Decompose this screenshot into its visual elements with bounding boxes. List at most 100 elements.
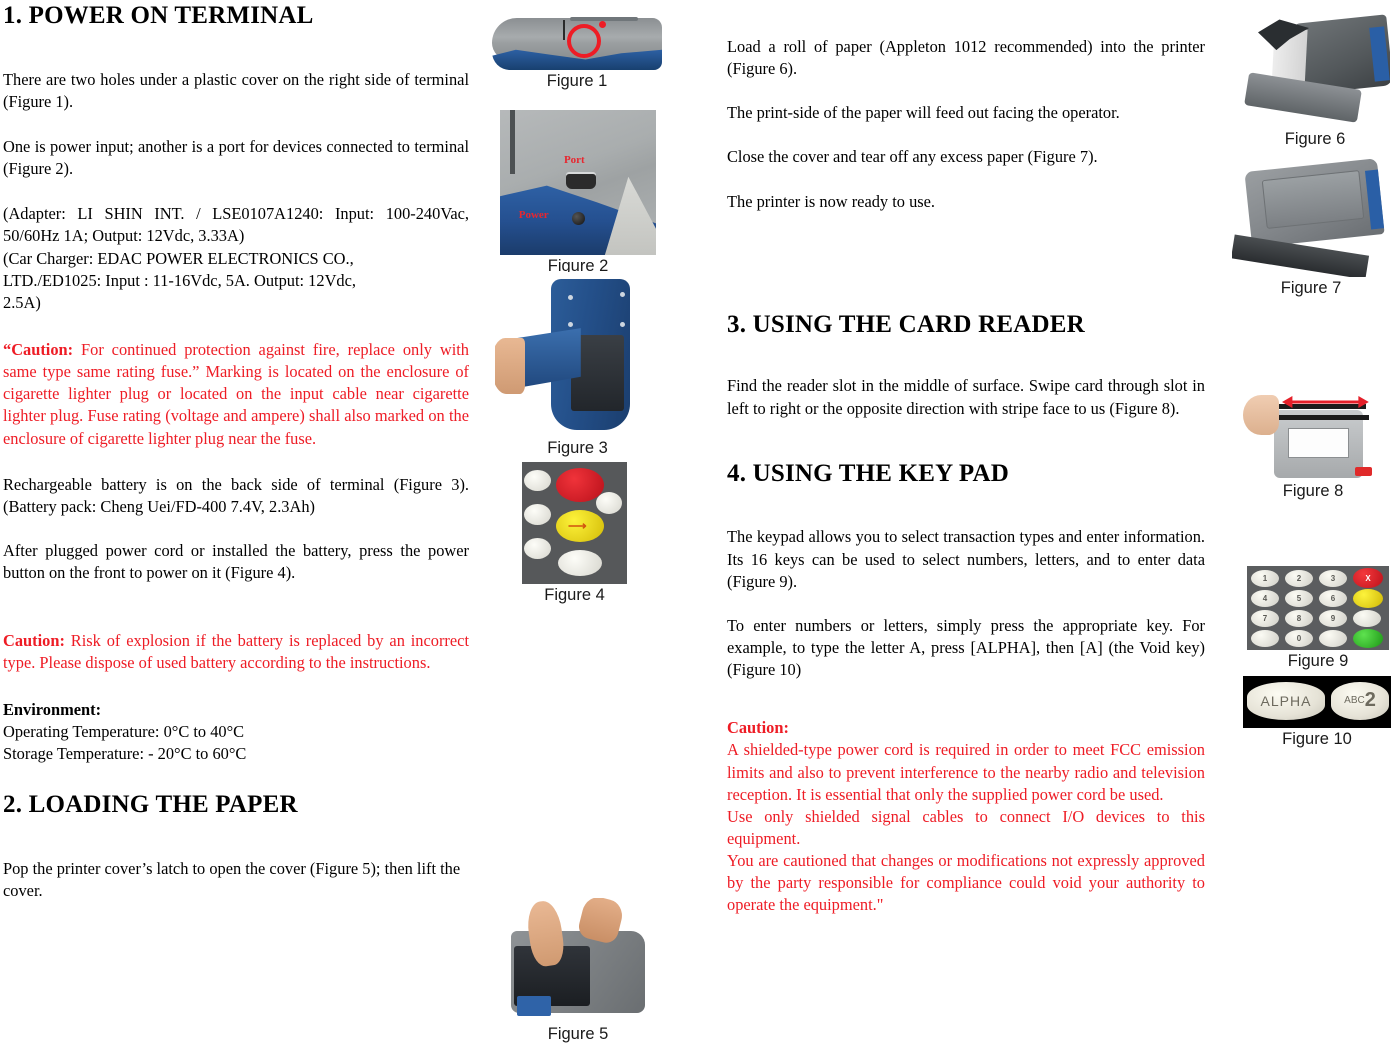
figure-6: Figure 6 [1240, 10, 1390, 149]
section-heading-2: 2. LOADING THE PAPER [3, 790, 298, 818]
caution-fcc-line-3: You are cautioned that changes or modifi… [727, 851, 1205, 915]
figure-5-caption: Figure 5 [547, 1025, 609, 1043]
power-label: Power [518, 208, 549, 221]
figure-2: Port Power Figure 2 [500, 110, 656, 276]
keypad-key-3: 3 [1319, 570, 1347, 587]
abc2-key-letters: ABC [1344, 695, 1365, 707]
figure-3-image [495, 272, 660, 437]
figure-3-caption: Figure 3 [547, 439, 608, 457]
key-white [524, 538, 551, 559]
keypad-key-func [1251, 630, 1279, 647]
keypad-key-5: 5 [1285, 590, 1313, 607]
caution-fcc-line-2: Use only shielded signal cables to conne… [727, 806, 1205, 849]
figure-1-image [492, 4, 662, 70]
keypad-key-8: 8 [1285, 610, 1313, 627]
paragraph-close-cover: Close the cover and tear off any excess … [727, 147, 1098, 167]
environment-label: Environment: [3, 699, 102, 719]
paragraph-adapter: (Adapter: LI SHIN INT. / LSE0107A1240: I… [3, 204, 469, 246]
keypad-key-4: 4 [1251, 590, 1279, 607]
figure-9-image: 1 2 3 X 4 5 6 7 8 9 0 [1247, 566, 1389, 650]
paragraph-power-port: One is power input; another is a port fo… [3, 137, 469, 179]
paragraph-print-side: The print-side of the paper will feed ou… [727, 103, 1120, 123]
keypad-key-0: 0 [1285, 630, 1313, 647]
paragraph-ready: The printer is now ready to use. [727, 191, 936, 211]
caution-battery-body: Risk of explosion if the battery is repl… [3, 631, 469, 673]
section-heading-1: 1. POWER ON TERMINAL [3, 2, 314, 29]
figure-4-caption: Figure 4 [544, 586, 605, 604]
paragraph-holes: There are two holes under a plastic cove… [3, 69, 469, 111]
key-alpha [558, 550, 602, 576]
caution-fuse-label: “Caution: [3, 340, 74, 360]
keypad-key-cancel: X [1353, 568, 1383, 588]
keypad-key-dot [1319, 630, 1347, 647]
hand-icon [495, 338, 525, 395]
paragraph-power-on: After plugged power cord or installed th… [3, 541, 469, 583]
keypad-key-1: 1 [1251, 570, 1279, 587]
figure-4-image: ⟶ [522, 462, 627, 584]
figure-1: Figure 1 [492, 4, 662, 91]
figure-9-caption: Figure 9 [1287, 652, 1349, 670]
figure-10-image: ALPHA ABC 2 [1243, 676, 1391, 728]
figure-4: ⟶ Figure 4 [522, 462, 627, 605]
terminal-top-edge [570, 17, 639, 21]
figure-9: 1 2 3 X 4 5 6 7 8 9 0 Figure 9 [1247, 566, 1389, 671]
keypad-key-2: 2 [1285, 570, 1313, 587]
section-heading-3: 3. USING THE CARD READER [727, 310, 1085, 338]
paragraph-battery: Rechargeable battery is on the back side… [3, 474, 469, 516]
figure-7: Figure 7 [1232, 155, 1390, 298]
figure-2-image: Port Power [500, 110, 656, 255]
caution-fcc-line-1: A shielded-type power cord is required i… [727, 740, 1205, 804]
card-reader-slot [1271, 415, 1369, 421]
key-white [524, 504, 551, 525]
figure-8-caption: Figure 8 [1282, 482, 1344, 500]
paragraph-keypad-1: The keypad allows you to select transact… [727, 527, 1205, 591]
figure-5-image [502, 898, 654, 1023]
caution-battery-label: Caution: [3, 631, 65, 651]
screw-icon [567, 321, 573, 327]
figure-10-caption: Figure 10 [1282, 730, 1352, 748]
terminal-display [1287, 427, 1350, 459]
hand-icon [1243, 395, 1280, 435]
paragraph-keypad-2: To enter numbers or letters, simply pres… [727, 615, 1205, 680]
abc2-key-number: 2 [1364, 689, 1376, 712]
left-column: 1. POWER ON TERMINAL There are two holes… [3, 0, 469, 902]
power-jack [571, 211, 585, 225]
paragraph-card-reader: Find the reader slot in the middle of su… [727, 376, 1205, 418]
printer-blue-trim [517, 995, 551, 1016]
paragraph-load-paper: Pop the printer cover’s latch to open th… [3, 858, 461, 900]
keypad-key-clear [1353, 589, 1383, 608]
figure-7-image [1232, 155, 1390, 277]
middle-column: Load a roll of paper (Appleton 1012 reco… [727, 0, 1205, 917]
casing-edge [510, 110, 515, 174]
car-charger-line-3: 2.5A) [3, 292, 41, 312]
swipe-direction-arrow-icon [1282, 395, 1369, 409]
key-red [1355, 467, 1372, 477]
car-charger-line-2: LTD./ED1025: Input : 11-16Vdc, 5A. Outpu… [3, 270, 356, 290]
figure-1-caption: Figure 1 [546, 72, 608, 90]
environment-storage-temp: Storage Temperature: - 20°C to 60°C [3, 743, 247, 763]
figure-5: Figure 5 [502, 898, 654, 1044]
keypad-key-alpha [1353, 610, 1381, 627]
figure-8: Figure 8 [1243, 390, 1383, 501]
port-connector [565, 173, 596, 189]
highlight-circle-icon [566, 24, 601, 58]
keypad-key-9: 9 [1319, 610, 1347, 627]
keypad-key-enter [1353, 629, 1383, 648]
figure-10: ALPHA ABC 2 Figure 10 [1243, 676, 1391, 749]
figure-6-caption: Figure 6 [1284, 130, 1346, 148]
caution-fuse-body: For continued protection against fire, r… [3, 340, 469, 448]
key-white-small [596, 492, 622, 514]
paragraph-load-roll: Load a roll of paper (Appleton 1012 reco… [727, 37, 1205, 79]
caution-fuse: “Caution: For continued protection again… [3, 339, 469, 450]
terminal-seam [563, 20, 566, 40]
keypad-key-7: 7 [1251, 610, 1279, 627]
figure-8-image [1243, 390, 1383, 480]
screw-icon [620, 321, 626, 327]
section-heading-4: 4. USING THE KEY PAD [727, 459, 1010, 487]
keypad-key-6: 6 [1319, 590, 1347, 607]
figure-7-caption: Figure 7 [1280, 279, 1342, 297]
key-white [524, 470, 551, 491]
environment-operating-temp: Operating Temperature: 0°C to 40°C [3, 721, 245, 741]
screw-icon [567, 295, 573, 301]
manual-page: 1. POWER ON TERMINAL There are two holes… [0, 0, 1394, 1050]
